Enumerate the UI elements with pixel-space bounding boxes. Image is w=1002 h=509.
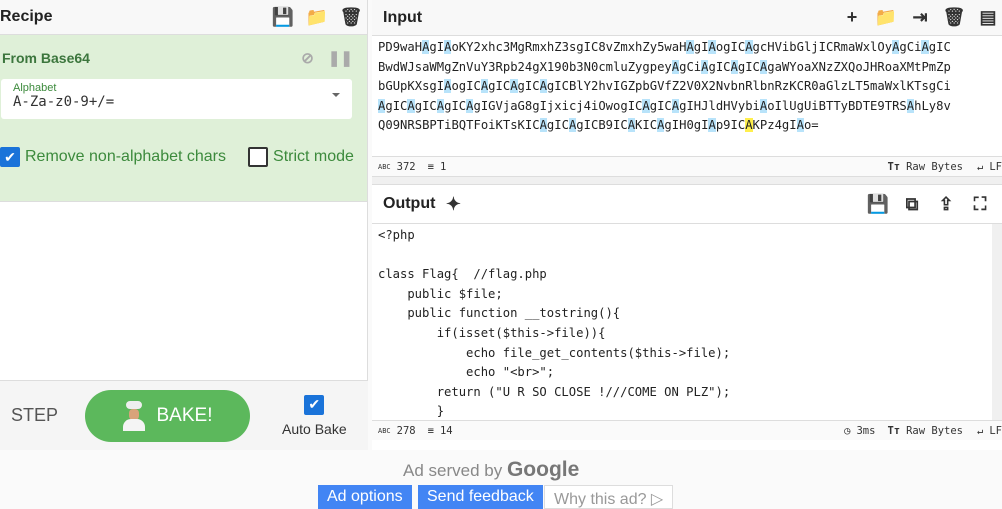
input-textarea[interactable]: PD9waHAgIAoKY2xhc3MgRmxhZ3sgIC8vZmxhZy5w…: [372, 36, 1002, 156]
auto-bake-label: Auto Bake: [282, 420, 347, 437]
output-line: }: [378, 404, 445, 419]
remove-non-alphabet-checkbox[interactable]: ✔: [0, 147, 20, 167]
chars-icon: ABC: [378, 162, 391, 171]
magic-wand-icon[interactable]: ✦: [443, 194, 463, 214]
ad-banner: Ad served by Google Ad options Send feed…: [0, 450, 1002, 509]
recipe-title: Recipe: [0, 8, 53, 25]
input-line-count: 1: [439, 160, 447, 173]
folder-icon[interactable]: 📁: [875, 7, 897, 28]
panel-resizer[interactable]: [372, 176, 1002, 184]
auto-bake-checkbox[interactable]: ✔: [304, 394, 325, 415]
input-line: AgICAgICAgICAgIGVjaG8gIjxicj4iOwogICAgIC…: [378, 98, 951, 113]
plus-icon[interactable]: +: [842, 7, 862, 28]
chars-icon: ABC: [378, 426, 391, 435]
output-status-bar: ABC 278 ≡ 14 ◷ 3ms Tт Raw Bytes ↵ LF: [372, 420, 1002, 440]
output-line: class Flag{ //flag.php: [378, 267, 547, 282]
replace-input-icon[interactable]: ⇪: [936, 194, 956, 214]
eol-icon: ↵: [977, 160, 984, 173]
step-button[interactable]: STEP: [11, 405, 85, 426]
alphabet-label: Alphabet: [13, 82, 57, 94]
strict-mode-label: Strict mode: [273, 148, 354, 165]
fullscreen-icon[interactable]: ⛶: [970, 194, 990, 214]
ad-served-by: Ad served by: [403, 461, 503, 480]
io-panel: Input + 📁 ⇥ 🗑 ▤ PD9waHAgIAoKY2xhc3MgRmxh…: [372, 0, 1002, 450]
trash-icon[interactable]: 🗑: [943, 7, 966, 28]
output-line: return ("U R SO CLOSE !///COME ON PLZ");: [378, 384, 731, 399]
output-title: Output: [383, 195, 436, 212]
chevron-down-icon: [332, 93, 340, 101]
layout-icon[interactable]: ▤: [978, 7, 998, 28]
output-text[interactable]: <?php class Flag{ //flag.php public $fil…: [372, 224, 1002, 420]
input-eol[interactable]: LF: [989, 161, 1002, 173]
import-icon[interactable]: ⇥: [910, 7, 930, 28]
output-line: <?php: [378, 228, 415, 242]
copy-icon[interactable]: ⧉: [902, 194, 922, 214]
input-title: Input: [383, 8, 423, 26]
eol-icon: ↵: [977, 424, 984, 437]
text-format-icon: Tт: [887, 424, 901, 437]
lines-icon: ≡: [427, 160, 434, 173]
trash-icon[interactable]: 🗑: [340, 7, 363, 27]
why-this-ad-label: Why this ad?: [554, 491, 647, 508]
clock-icon: ◷: [844, 424, 851, 437]
output-line: public $file;: [378, 286, 503, 301]
input-format[interactable]: Raw Bytes: [906, 161, 963, 173]
input-status-bar: ABC 372 ≡ 1 Tт Raw Bytes ↵ LF: [372, 156, 1002, 176]
input-header: Input + 📁 ⇥ 🗑 ▤: [372, 0, 1002, 36]
output-line: echo "<br>";: [378, 365, 555, 380]
google-logo: Google: [506, 458, 580, 481]
output-header: Output ✦ 💾 ⧉ ⇪ ⛶: [372, 184, 1002, 224]
alphabet-select[interactable]: Alphabet A-Za-z0-9+/=: [1, 79, 352, 119]
save-icon[interactable]: 💾: [867, 194, 889, 214]
output-line: echo file_get_contents($this->file);: [378, 345, 731, 360]
alphabet-value: A-Za-z0-9+/=: [13, 94, 115, 110]
send-feedback-button[interactable]: Send feedback: [418, 485, 543, 509]
operation-from-base64: From Base64 ⊘ ❚❚ Alphabet A-Za-z0-9+/= ✔…: [0, 35, 367, 202]
output-format[interactable]: Raw Bytes: [906, 425, 963, 437]
input-char-count: 372: [396, 160, 416, 173]
output-char-count: 278: [396, 424, 416, 437]
ad-options-button[interactable]: Ad options: [318, 485, 412, 509]
output-line: public function __tostring(){: [378, 306, 621, 321]
output-eol[interactable]: LF: [989, 425, 1002, 437]
folder-icon[interactable]: 📁: [306, 7, 328, 27]
bake-time: 3ms: [856, 424, 876, 437]
bake-button[interactable]: BAKE!: [85, 389, 250, 442]
output-line: if(isset($this->file)){: [378, 325, 606, 340]
pause-icon[interactable]: ❚❚: [328, 49, 353, 67]
disable-icon[interactable]: ⊘: [301, 49, 314, 67]
operation-title: From Base64: [2, 50, 90, 66]
strict-mode-checkbox[interactable]: [248, 147, 269, 167]
input-line: BwdWJsaWMgZnVuY3Rpb24gX190b3N0cmluZygpey…: [378, 59, 951, 74]
lines-icon: ≡: [427, 424, 434, 437]
text-format-icon: Tт: [887, 160, 901, 173]
chef-icon: [122, 400, 145, 431]
save-icon[interactable]: 💾: [272, 7, 294, 27]
input-line: Q09NRSBPTiBQTFoiKTsKICAgICAgICB9ICAKICAg…: [378, 118, 819, 133]
why-this-ad-button[interactable]: Why this ad? ▷: [544, 485, 674, 509]
recipe-header: Recipe 💾 📁 🗑: [0, 0, 367, 35]
output-line-count: 14: [439, 424, 453, 437]
input-line: PD9waHAgIAoKY2xhc3MgRmxhZ3sgIC8vZmxhZy5w…: [378, 40, 951, 54]
remove-non-alphabet-label: Remove non-alphabet chars: [25, 148, 227, 165]
controls-bar: STEP BAKE! ✔ Auto Bake: [0, 380, 368, 450]
bake-label: BAKE!: [156, 404, 213, 426]
input-line: bGUpKXsgIAogICAgICAgICAgICBlY2hvIGZpbGVf…: [378, 79, 951, 94]
